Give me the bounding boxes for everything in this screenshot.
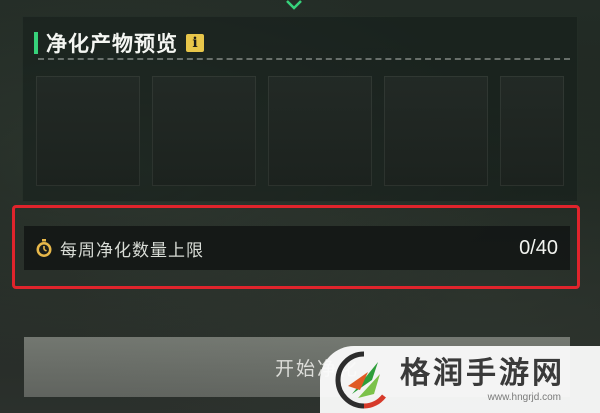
site-watermark: 格润手游网 www.hngrjd.com [320,346,600,413]
title-accent-bar [34,32,38,54]
product-preview-panel: 净化产物预览 i [22,16,578,202]
weekly-limit-count: 0/40 [519,236,558,259]
watermark-url: www.hngrjd.com [487,391,561,403]
chevron-down-icon[interactable] [284,0,304,12]
info-icon[interactable]: i [186,34,204,52]
panel-header: 净化产物预览 i [34,28,204,58]
watermark-text: 格润手游网 www.hngrjd.com [400,356,565,404]
watermark-name: 格润手游网 [400,355,565,391]
purification-screen: 净化产物预览 i 每周净化数量上限 0/40 开始净化 格润手游网 www.hn… [0,0,600,413]
weekly-limit-label: 每周净化数量上限 [60,240,204,261]
product-slot-2[interactable] [152,76,256,186]
stopwatch-icon [36,239,52,257]
product-slot-4[interactable] [384,76,488,186]
product-slot-3[interactable] [268,76,372,186]
watermark-logo-icon [335,351,386,408]
product-slot-1[interactable] [36,76,140,186]
weekly-limit-row: 每周净化数量上限 0/40 [24,226,570,270]
product-slot-5[interactable] [500,76,564,186]
panel-title: 净化产物预览 [46,32,178,56]
header-divider [38,58,570,60]
